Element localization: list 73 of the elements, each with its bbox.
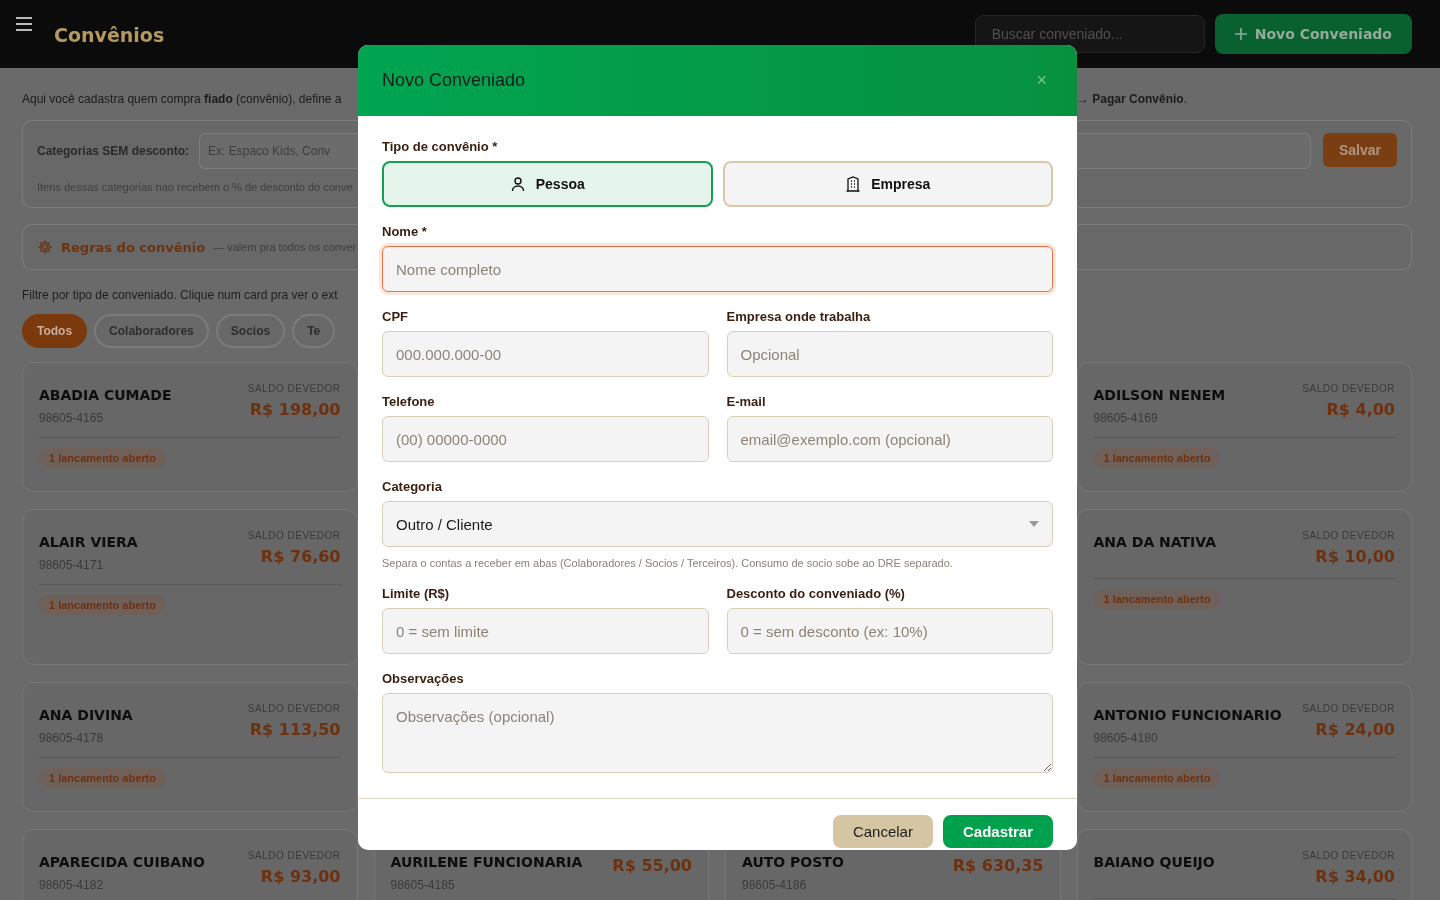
menu-icon[interactable]	[16, 17, 32, 31]
search-field[interactable]: Buscar conveniado...	[974, 15, 1205, 53]
client-name: ADILSON NENEM	[1093, 387, 1226, 403]
close-button[interactable]: ×	[1030, 70, 1053, 91]
filter-chip[interactable]: Te	[292, 314, 336, 348]
balance-amount: R$ 198,00	[248, 400, 341, 419]
dialog-title: Novo Conveniado	[382, 70, 526, 91]
plus-icon	[1234, 28, 1247, 40]
field-label: Tipo de convênio *	[382, 138, 499, 155]
text-field[interactable]: 000.000.000-00	[382, 331, 709, 377]
balance-amount: R$ 113,50	[248, 720, 341, 739]
categories-label: Categorias SEM desconto:	[37, 144, 190, 158]
filter-chip[interactable]: Colaboradores	[94, 314, 209, 348]
filter-chip[interactable]: Socios	[215, 314, 286, 348]
field-label: Telefone	[382, 393, 436, 410]
text-field[interactable]: email@exemplo.com (opcional)	[726, 416, 1053, 462]
intro-text: → Pagar Convênio.	[1077, 92, 1188, 106]
submit-button[interactable]: Cadastrar	[942, 815, 1053, 848]
open-entries-tag: 1 lancamento aberto	[1093, 768, 1221, 788]
client-name: AUTO POSTO	[742, 854, 844, 870]
client-name: ANA DA NATIVA	[1093, 534, 1217, 550]
categories-field[interactable]	[1077, 133, 1311, 169]
rules-title: Regras do convênio	[61, 239, 206, 255]
open-entries-tag: 1 lancamento aberto	[39, 595, 166, 615]
balance-amount: R$ 24,00	[1314, 720, 1395, 739]
filter-hint: Filtre por tipo de conveniado. Clique num card pra ver o ext	[22, 288, 338, 302]
category-select[interactable]: Outro / Cliente	[382, 501, 1053, 547]
client-name: AURILENE FUNCIONARIA	[390, 854, 583, 870]
cancel-button[interactable]: Cancelar	[832, 815, 933, 848]
client-name: ANA DIVINA	[39, 707, 133, 723]
caret-icon	[1029, 521, 1039, 527]
open-entries-tag: 1 lancamento aberto	[39, 448, 166, 468]
building-icon	[845, 176, 862, 192]
client-name: ANTONIO FUNCIONARIO	[1093, 707, 1282, 723]
type-option[interactable]: Empresa	[722, 161, 1053, 207]
field-label: Observações	[382, 670, 465, 687]
gear-icon	[37, 239, 53, 255]
field-label: Nome *	[382, 223, 428, 240]
new-client-button[interactable]: Novo Conveniado	[1214, 14, 1412, 54]
rules-panel[interactable]	[1077, 224, 1412, 270]
text-field[interactable]: (00) 00000-0000	[382, 416, 709, 462]
open-entries-tag: 1 lancamento aberto	[1093, 589, 1221, 609]
field-label: Categoria	[382, 478, 443, 495]
field-hint: Separa o contas a receber em abas (Colaboradores / Socios / Terceiros). Consumo de socio sobe ao DRE separado.	[382, 557, 954, 569]
open-entries-tag: 1 lancamento aberto	[1093, 448, 1221, 468]
text-field[interactable]: 0 = sem desconto (ex: 10%)	[726, 608, 1053, 654]
person-icon	[509, 176, 526, 192]
field-label: E-mail	[726, 393, 767, 410]
balance-amount: R$ 10,00	[1314, 547, 1395, 566]
client-name: ABADIA CUMADE	[39, 387, 172, 403]
balance-amount: R$ 93,00	[259, 867, 341, 886]
text-field[interactable]: 0 = sem limite	[382, 608, 709, 654]
field-label: CPF	[382, 308, 409, 325]
page-title: Convênios	[54, 24, 165, 46]
text-field[interactable]: Nome completo	[382, 246, 1053, 292]
text-field[interactable]: Opcional	[726, 331, 1053, 377]
field-label: Desconto do conveniado (%)	[726, 585, 906, 602]
field-label: Empresa onde trabalha	[726, 308, 872, 325]
notes-field[interactable]: Observações (opcional)	[382, 693, 1053, 773]
balance-amount: R$ 76,60	[259, 547, 341, 566]
client-name: BAIANO QUEIJO	[1093, 854, 1215, 870]
client-name: ALAIR VIERA	[39, 534, 138, 550]
balance-amount: R$ 34,00	[1314, 867, 1395, 886]
field-label: Limite (R$)	[382, 585, 451, 602]
save-button[interactable]: Salvar	[1322, 133, 1397, 167]
balance-amount: R$ 4,00	[1325, 400, 1395, 419]
intro-text: Aqui você cadastra quem compra fiado (convênio), define a	[22, 92, 342, 106]
type-option[interactable]: Pessoa	[382, 161, 713, 207]
client-name: APARECIDA CUIBANO	[39, 854, 205, 870]
filter-chip[interactable]: Todos	[22, 314, 88, 348]
balance-amount: R$ 55,00	[612, 856, 692, 875]
balance-amount: R$ 630,35	[952, 856, 1044, 875]
open-entries-tag: 1 lancamento aberto	[39, 768, 166, 788]
